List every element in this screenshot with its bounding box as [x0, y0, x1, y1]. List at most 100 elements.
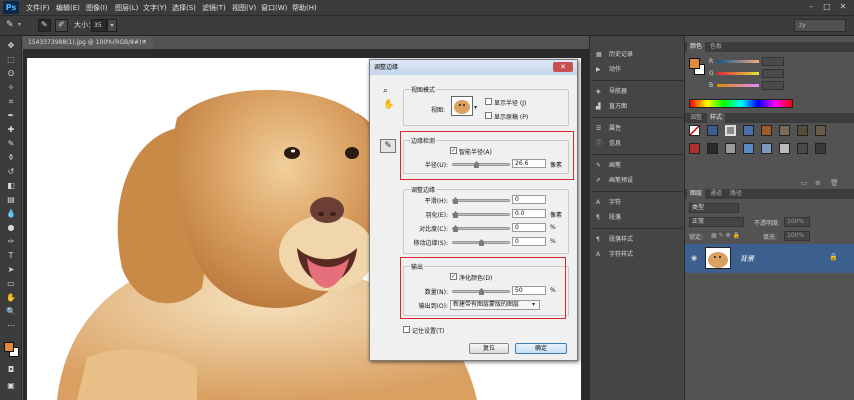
strip-paragraph-styles[interactable]: ¶ 段落样式: [596, 234, 633, 246]
style-swatch[interactable]: [761, 143, 772, 154]
quick-select-tool-icon[interactable]: ✧: [5, 82, 17, 93]
size-input[interactable]: 35: [91, 19, 107, 32]
menu-window[interactable]: 窗口(W): [261, 3, 287, 13]
brush-mode-add[interactable]: ✎: [38, 19, 51, 32]
close-window-icon[interactable]: ✕: [838, 2, 848, 12]
menu-help[interactable]: 帮助(H): [292, 3, 317, 13]
folder-icon[interactable]: ▭: [801, 179, 808, 187]
healing-tool-icon[interactable]: ✚: [5, 124, 17, 135]
style-swatch[interactable]: [779, 143, 790, 154]
chevron-down-icon[interactable]: ▾: [18, 21, 21, 28]
stamp-tool-icon[interactable]: ⚱: [5, 152, 17, 163]
fill-input[interactable]: 100%: [784, 231, 810, 241]
tab-layers[interactable]: 图层: [687, 189, 706, 199]
menu-select[interactable]: 选择(S): [172, 3, 196, 13]
menu-filter[interactable]: 滤镜(T): [202, 3, 226, 13]
tab-paths[interactable]: 路径: [727, 189, 745, 199]
strip-character-styles[interactable]: A 字符样式: [596, 249, 633, 261]
minimize-icon[interactable]: –: [806, 2, 816, 12]
tab-channels[interactable]: 通道: [707, 189, 725, 199]
lock-icons[interactable]: ▦ ✎ ✥ 🔒: [711, 232, 740, 239]
style-swatch[interactable]: [815, 125, 826, 136]
eyedropper-tool-icon[interactable]: ✒: [5, 110, 17, 121]
strip-actions[interactable]: ▶ 动作: [596, 64, 621, 76]
tab-styles[interactable]: 样式: [707, 113, 726, 123]
hand-icon[interactable]: ✋: [383, 100, 394, 110]
history-brush-icon[interactable]: ↺: [5, 166, 17, 177]
view-dropdown-icon[interactable]: ▾: [474, 104, 477, 111]
g-slider[interactable]: [717, 72, 759, 75]
remember-settings-checkbox[interactable]: [403, 326, 410, 333]
brush-tool-icon[interactable]: ✎: [6, 20, 14, 30]
g-input[interactable]: [762, 69, 784, 78]
style-swatch[interactable]: [743, 143, 754, 154]
menu-edit[interactable]: 编辑(E): [56, 3, 80, 13]
more-tools-icon[interactable]: ⋯: [5, 320, 17, 331]
strip-properties[interactable]: ☰ 属性: [596, 123, 621, 135]
tab-swatches[interactable]: 色板: [707, 42, 725, 52]
smooth-input[interactable]: 0: [512, 195, 546, 204]
move-tool-icon[interactable]: ✥: [5, 40, 17, 51]
trash-icon[interactable]: 🗑: [830, 179, 839, 187]
dialog-close-icon[interactable]: ✕: [553, 62, 573, 72]
strip-brush-presets[interactable]: ✐ 画笔预设: [596, 175, 633, 187]
tab-color[interactable]: 颜色: [687, 42, 706, 52]
r-slider[interactable]: [717, 60, 759, 63]
document-tab[interactable]: 1543373988(1).jpg @ 100%(RGB/8#) *: [23, 36, 153, 49]
gradient-tool-icon[interactable]: ▤: [5, 194, 17, 205]
style-swatch-selected[interactable]: [725, 125, 736, 136]
view-thumbnail[interactable]: [451, 96, 473, 116]
menu-view[interactable]: 视图(V): [232, 3, 256, 13]
size-dropdown[interactable]: ▾: [107, 19, 117, 32]
style-swatch[interactable]: [761, 125, 772, 136]
reset-button[interactable]: 复位: [469, 343, 509, 354]
dodge-tool-icon[interactable]: ●: [5, 222, 17, 233]
layer-filter-kind[interactable]: 类型: [689, 203, 739, 213]
style-swatch[interactable]: [797, 125, 808, 136]
eye-icon[interactable]: ◉: [691, 254, 697, 262]
smooth-slider-thumb[interactable]: [453, 197, 458, 204]
brush-mode-subtract[interactable]: ✐: [55, 19, 68, 32]
strip-info[interactable]: ⓘ 信息: [596, 138, 621, 150]
style-swatch[interactable]: [689, 125, 700, 136]
menu-file[interactable]: 文件(F): [26, 3, 50, 13]
strip-histogram[interactable]: ▟ 直方图: [596, 101, 627, 113]
show-radius-checkbox[interactable]: [485, 98, 492, 105]
contrast-input[interactable]: 0: [512, 223, 546, 232]
fg-color-chip[interactable]: [689, 58, 700, 69]
blend-mode-select[interactable]: 正常: [689, 217, 744, 227]
opacity-input[interactable]: 100%: [784, 217, 810, 227]
hand-tool-icon[interactable]: ✋: [5, 292, 17, 303]
pen-tool-icon[interactable]: ✑: [5, 236, 17, 247]
style-swatch[interactable]: [743, 125, 754, 136]
brush-tool-icon[interactable]: ✎: [5, 138, 17, 149]
crop-tool-icon[interactable]: ⌗: [5, 96, 17, 107]
feather-slider-thumb[interactable]: [453, 211, 458, 218]
smooth-slider[interactable]: [452, 197, 510, 204]
style-swatch[interactable]: [707, 143, 718, 154]
zoom-icon[interactable]: ⌕: [383, 86, 388, 96]
style-swatch[interactable]: [707, 125, 718, 136]
style-swatch[interactable]: [779, 125, 790, 136]
menu-image[interactable]: 图像(I): [86, 3, 108, 13]
strip-navigator[interactable]: ◈ 导航器: [596, 86, 627, 98]
strip-paragraph[interactable]: ¶ 段落: [596, 212, 621, 224]
document-close-icon[interactable]: ×: [141, 36, 147, 49]
feather-slider[interactable]: [452, 211, 510, 218]
screen-mode-icon[interactable]: ▣: [5, 380, 17, 391]
path-select-icon[interactable]: ➤: [5, 264, 17, 275]
quick-mask-icon[interactable]: ◘: [5, 364, 17, 375]
zoom-tool-icon[interactable]: 🔍: [5, 306, 17, 317]
color-spectrum-bar[interactable]: [689, 99, 793, 108]
foreground-color-swatch[interactable]: [4, 342, 14, 352]
style-swatch[interactable]: [815, 143, 826, 154]
layer-row-background[interactable]: ◉ 背景 🔒: [685, 244, 854, 273]
contrast-slider[interactable]: [452, 225, 510, 232]
style-swatch[interactable]: [725, 143, 736, 154]
menu-layer[interactable]: 图层(L): [115, 3, 138, 13]
r-input[interactable]: [762, 57, 784, 66]
strip-character[interactable]: A 字符: [596, 197, 621, 209]
workspace-field[interactable]: zy: [794, 19, 846, 32]
contrast-slider-thumb[interactable]: [453, 225, 458, 232]
shape-tool-icon[interactable]: ▭: [5, 278, 17, 289]
